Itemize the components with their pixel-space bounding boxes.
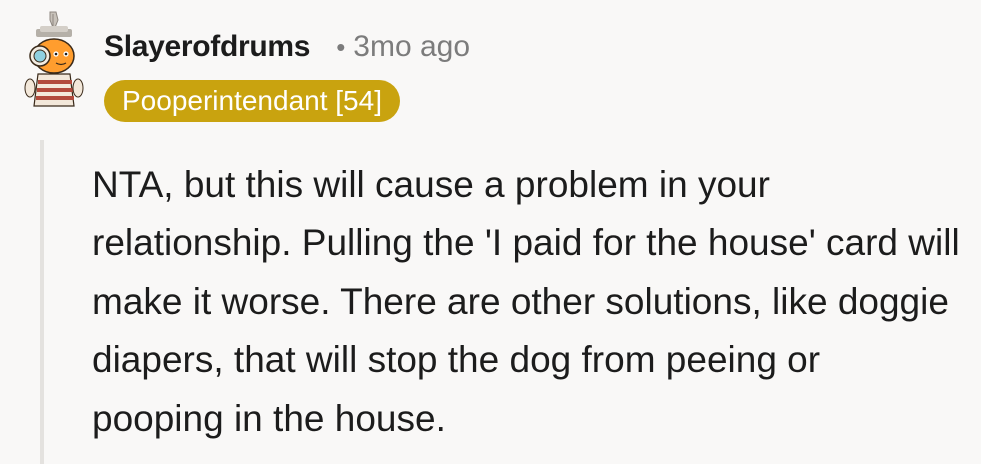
comment-header: Slayerofdrums • 3mo ago <box>104 26 470 68</box>
comment-body: NTA, but this will cause a problem in yo… <box>92 164 960 439</box>
comment: Slayerofdrums • 3mo ago Pooperintendant … <box>0 0 981 464</box>
comment-timestamp: 3mo ago <box>353 30 471 63</box>
snoo-avatar-icon[interactable] <box>20 10 86 110</box>
thread-line[interactable] <box>40 140 44 464</box>
author-username[interactable]: Slayerofdrums <box>104 30 310 64</box>
user-flair-badge: Pooperintendant [54] <box>104 80 400 122</box>
separator-dot: • <box>336 31 346 62</box>
